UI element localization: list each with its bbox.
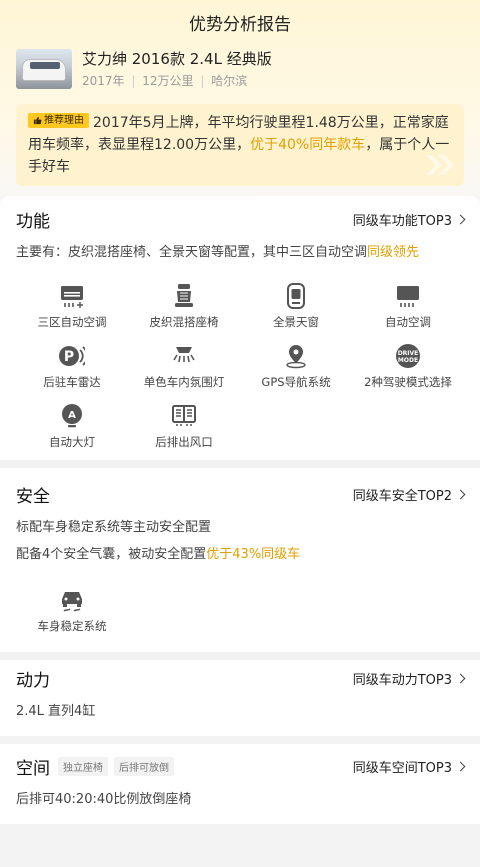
ac-vent-icon	[61, 286, 83, 308]
ambient-light-icon	[173, 347, 195, 363]
drive-mode-icon: DRIVE MODE	[396, 344, 420, 368]
function-top3-link[interactable]: 同级车功能TOP3	[353, 210, 466, 229]
section-divider	[0, 736, 480, 744]
svg-text:MODE: MODE	[398, 357, 418, 364]
svg-text:A: A	[68, 410, 76, 421]
stability-control-icon	[62, 592, 82, 612]
space-desc: 后排可40:20:40比例放倒座椅	[16, 792, 192, 807]
feature-item: DRIVE MODE 2种驾驶模式选择	[352, 343, 464, 391]
feature-item: 三区自动空调	[16, 283, 128, 331]
auto-headlight-icon: A	[62, 404, 82, 428]
parking-radar-icon: P	[59, 346, 85, 366]
safety-desc-2: 配备4个安全气囊，被动安全配置优于43%同级车	[16, 547, 301, 562]
power-title: 动力	[16, 670, 50, 691]
gps-icon	[286, 345, 306, 369]
feature-item: 车身稳定系统	[16, 587, 128, 635]
safety-top2-link[interactable]: 同级车安全TOP2	[353, 485, 466, 504]
recommend-reason: 推荐理由 2017年5月上牌，年平均行驶里程1.48万公里，正常家庭用车频率，表…	[16, 104, 464, 186]
function-title: 功能	[16, 211, 50, 232]
feature-grid: 三区自动空调 皮织混搭座椅 全景天窗 自动空调 P 后驻车雷达 单色车内氛围灯 …	[16, 283, 464, 451]
section-divider	[0, 460, 480, 468]
safety-desc-1: 标配车身稳定系统等主动安全配置	[16, 520, 212, 535]
power-top3-link[interactable]: 同级车动力TOP3	[353, 669, 466, 688]
safety-title: 安全	[16, 486, 50, 507]
car-year: 2017年	[82, 74, 125, 88]
car-city: 哈尔滨	[211, 74, 248, 88]
chevron-right-icon	[455, 673, 466, 683]
hero-section: 优势分析报告 艾力绅 2016款 2.4L 经典版 2017年 | 12万公里 …	[0, 0, 480, 205]
car-thumbnail	[16, 49, 72, 89]
auto-ac-icon	[397, 286, 419, 307]
space-top3-link[interactable]: 同级车空间TOP3	[353, 757, 466, 776]
feature-item: 自动空调	[352, 283, 464, 331]
space-card: 空间 独立座椅 后排可放倒 同级车空间TOP3 后排可40:20:40比例放倒座…	[0, 744, 480, 824]
chevron-right-icon	[455, 489, 466, 499]
safety-card: 安全 同级车安全TOP2 标配车身稳定系统等主动安全配置 配备4个安全气囊，被动…	[0, 468, 480, 652]
thumbs-up-icon	[33, 116, 42, 125]
chevron-decoration-icon	[426, 155, 454, 175]
space-tag: 独立座椅	[58, 756, 108, 776]
car-mileage: 12万公里	[142, 74, 194, 88]
chevron-right-icon	[455, 214, 466, 224]
svg-text:DRIVE: DRIVE	[398, 350, 419, 357]
feature-item: 皮织混搭座椅	[128, 283, 240, 331]
feature-item: A 自动大灯	[16, 403, 128, 451]
sunroof-icon	[287, 283, 305, 309]
safety-feature-grid: 车身稳定系统	[16, 587, 464, 635]
feature-item: GPS导航系统	[240, 343, 352, 391]
feature-item: 全景天窗	[240, 283, 352, 331]
feature-item: 后排出风口	[128, 403, 240, 451]
function-card: 功能 同级车功能TOP3 主要有：皮织混搭座椅、全景天窗等配置，其中三区自动空调…	[0, 196, 480, 460]
page-title: 优势分析报告	[189, 14, 291, 35]
space-title: 空间 独立座椅 后排可放倒	[16, 754, 174, 779]
power-card: 动力 同级车动力TOP3 2.4L 直列4缸	[0, 660, 480, 736]
function-desc: 主要有：皮织混搭座椅、全景天窗等配置，其中三区自动空调同级领先	[16, 245, 420, 260]
rear-vent-icon	[172, 405, 196, 426]
recommend-badge: 推荐理由	[28, 113, 89, 128]
feature-item: 单色车内氛围灯	[128, 343, 240, 391]
car-summary[interactable]: 艾力绅 2016款 2.4L 经典版 2017年 | 12万公里 | 哈尔滨	[0, 44, 480, 90]
car-name: 艾力绅 2016款 2.4L 经典版	[82, 50, 272, 68]
car-meta: 2017年 | 12万公里 | 哈尔滨	[82, 74, 248, 88]
seat-icon	[175, 284, 193, 307]
feature-item: P 后驻车雷达	[16, 343, 128, 391]
svg-text:P: P	[64, 349, 74, 365]
reason-highlight: 优于40%同年款车	[250, 137, 366, 153]
power-desc: 2.4L 直列4缸	[16, 704, 96, 719]
chevron-right-icon	[455, 761, 466, 771]
space-tag: 后排可放倒	[114, 756, 174, 776]
section-divider	[0, 652, 480, 660]
